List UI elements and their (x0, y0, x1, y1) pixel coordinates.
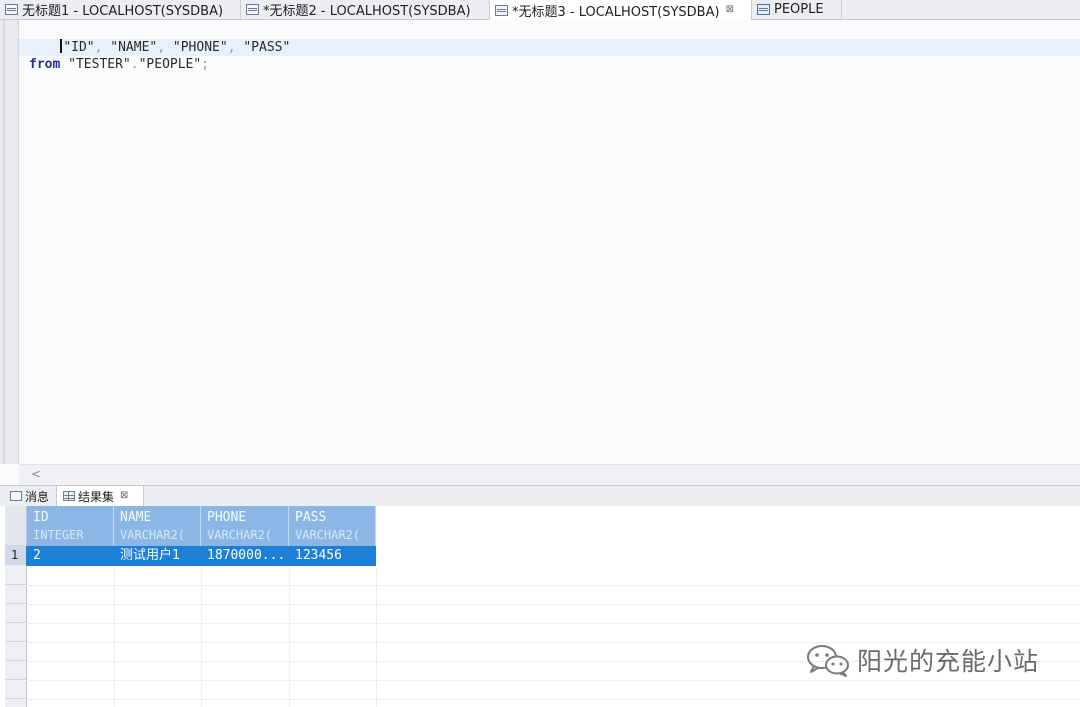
cell-id[interactable]: 2 (27, 546, 114, 566)
column-type: VARCHAR2( (120, 528, 186, 542)
editor-gutter (0, 20, 19, 464)
code-line-2: "ID", "NAME", "PHONE", "PASS" (19, 39, 1080, 56)
schema-name: "TESTER" (68, 57, 131, 72)
column-phone: "PHONE" (172, 40, 228, 55)
cell-pass[interactable]: 123456 (289, 546, 376, 566)
column-type: INTEGER (33, 528, 84, 542)
sql-keyword-from: from (29, 57, 61, 72)
close-icon[interactable]: ⊠ (726, 5, 734, 15)
wechat-icon (807, 645, 849, 677)
grid-line (26, 623, 1080, 624)
sql-file-icon (495, 4, 508, 16)
tab-untitled-1[interactable]: 无标题1 - LOCALHOST(SYSDBA) (0, 0, 241, 19)
tab-messages[interactable]: 消息 (4, 486, 56, 506)
column-id: "ID" (63, 40, 95, 55)
column-header-pass[interactable]: PASS VARCHAR2( (289, 506, 376, 546)
watermark: 阳光的充能小站 (805, 642, 1039, 678)
tab-label: *无标题3 - LOCALHOST(SYSDBA) (512, 4, 720, 20)
row-number-empty (5, 680, 26, 699)
row-number-empty (5, 642, 26, 661)
row-number-empty (5, 604, 26, 623)
grid-line (26, 585, 1080, 586)
row-number-empty (5, 623, 26, 642)
grid-line (26, 604, 1080, 605)
separator: , (94, 40, 103, 55)
column-name: NAME (120, 510, 152, 525)
column-name: "NAME" (110, 40, 158, 55)
editor-horizontal-scrollbar[interactable]: < (19, 464, 1080, 485)
tab-result-set[interactable]: 结果集 ⊠ (56, 486, 144, 506)
grid-line (289, 566, 290, 707)
scroll-left-icon[interactable]: < (31, 467, 41, 481)
row-number-empty (5, 585, 26, 604)
separator: , (227, 40, 236, 55)
column-header-phone[interactable]: PHONE VARCHAR2( (201, 506, 289, 546)
tab-untitled-3[interactable]: *无标题3 - LOCALHOST(SYSDBA) ⊠ (490, 0, 752, 20)
cell-name[interactable]: 测试用户1 (114, 546, 201, 566)
row-number-1[interactable]: 1 (5, 546, 26, 565)
row-number-header (5, 506, 26, 546)
row-number-column: 1 (5, 506, 27, 707)
row-number-empty (5, 661, 26, 680)
row-number-empty (5, 566, 26, 585)
tab-label: *无标题2 - LOCALHOST(SYSDBA) (263, 4, 471, 19)
table-name: "PEOPLE" (138, 57, 202, 72)
column-header-id[interactable]: ID INTEGER (27, 506, 114, 546)
sql-file-icon (246, 4, 259, 15)
message-icon (10, 491, 22, 501)
code-line-3: from "TESTER"."PEOPLE"; (29, 56, 209, 73)
statement-end: ; (201, 57, 210, 72)
tab-label: PEOPLE (774, 2, 824, 17)
column-name: PASS (295, 510, 327, 525)
result-panel-tabs: 消息 结果集 ⊠ (0, 485, 1080, 507)
grid-line (201, 566, 202, 707)
grid-line (26, 699, 1080, 700)
sql-file-icon (5, 4, 18, 15)
grid-line (26, 680, 1080, 681)
result-grid-icon (63, 491, 75, 501)
tab-label: 无标题1 - LOCALHOST(SYSDBA) (22, 4, 224, 19)
watermark-text: 阳光的充能小站 (857, 647, 1040, 676)
code-line-1: select (29, 21, 107, 54)
grid-line (114, 566, 115, 707)
tab-label: 消息 (25, 489, 50, 504)
tab-untitled-2[interactable]: *无标题2 - LOCALHOST(SYSDBA) (241, 0, 490, 19)
column-type: VARCHAR2( (295, 528, 361, 542)
cell-phone[interactable]: 1870000... (201, 546, 289, 566)
column-name: PHONE (207, 510, 247, 525)
close-icon[interactable]: ⊠ (120, 491, 128, 501)
column-header-name[interactable]: NAME VARCHAR2( (114, 506, 201, 546)
column-name: ID (33, 510, 49, 525)
grid-line (376, 566, 377, 707)
editor-tab-bar: 无标题1 - LOCALHOST(SYSDBA) *无标题2 - LOCALHO… (0, 0, 1080, 20)
separator: , (157, 40, 166, 55)
tab-people[interactable]: PEOPLE (752, 0, 842, 19)
column-pass: "PASS" (243, 40, 291, 55)
table-icon (757, 4, 770, 15)
dot: . (130, 57, 139, 72)
tab-label: 结果集 (78, 489, 115, 504)
sql-editor[interactable]: select "ID", "NAME", "PHONE", "PASS" fro… (0, 20, 1080, 464)
column-type: VARCHAR2( (207, 528, 273, 542)
text-caret (60, 39, 63, 53)
